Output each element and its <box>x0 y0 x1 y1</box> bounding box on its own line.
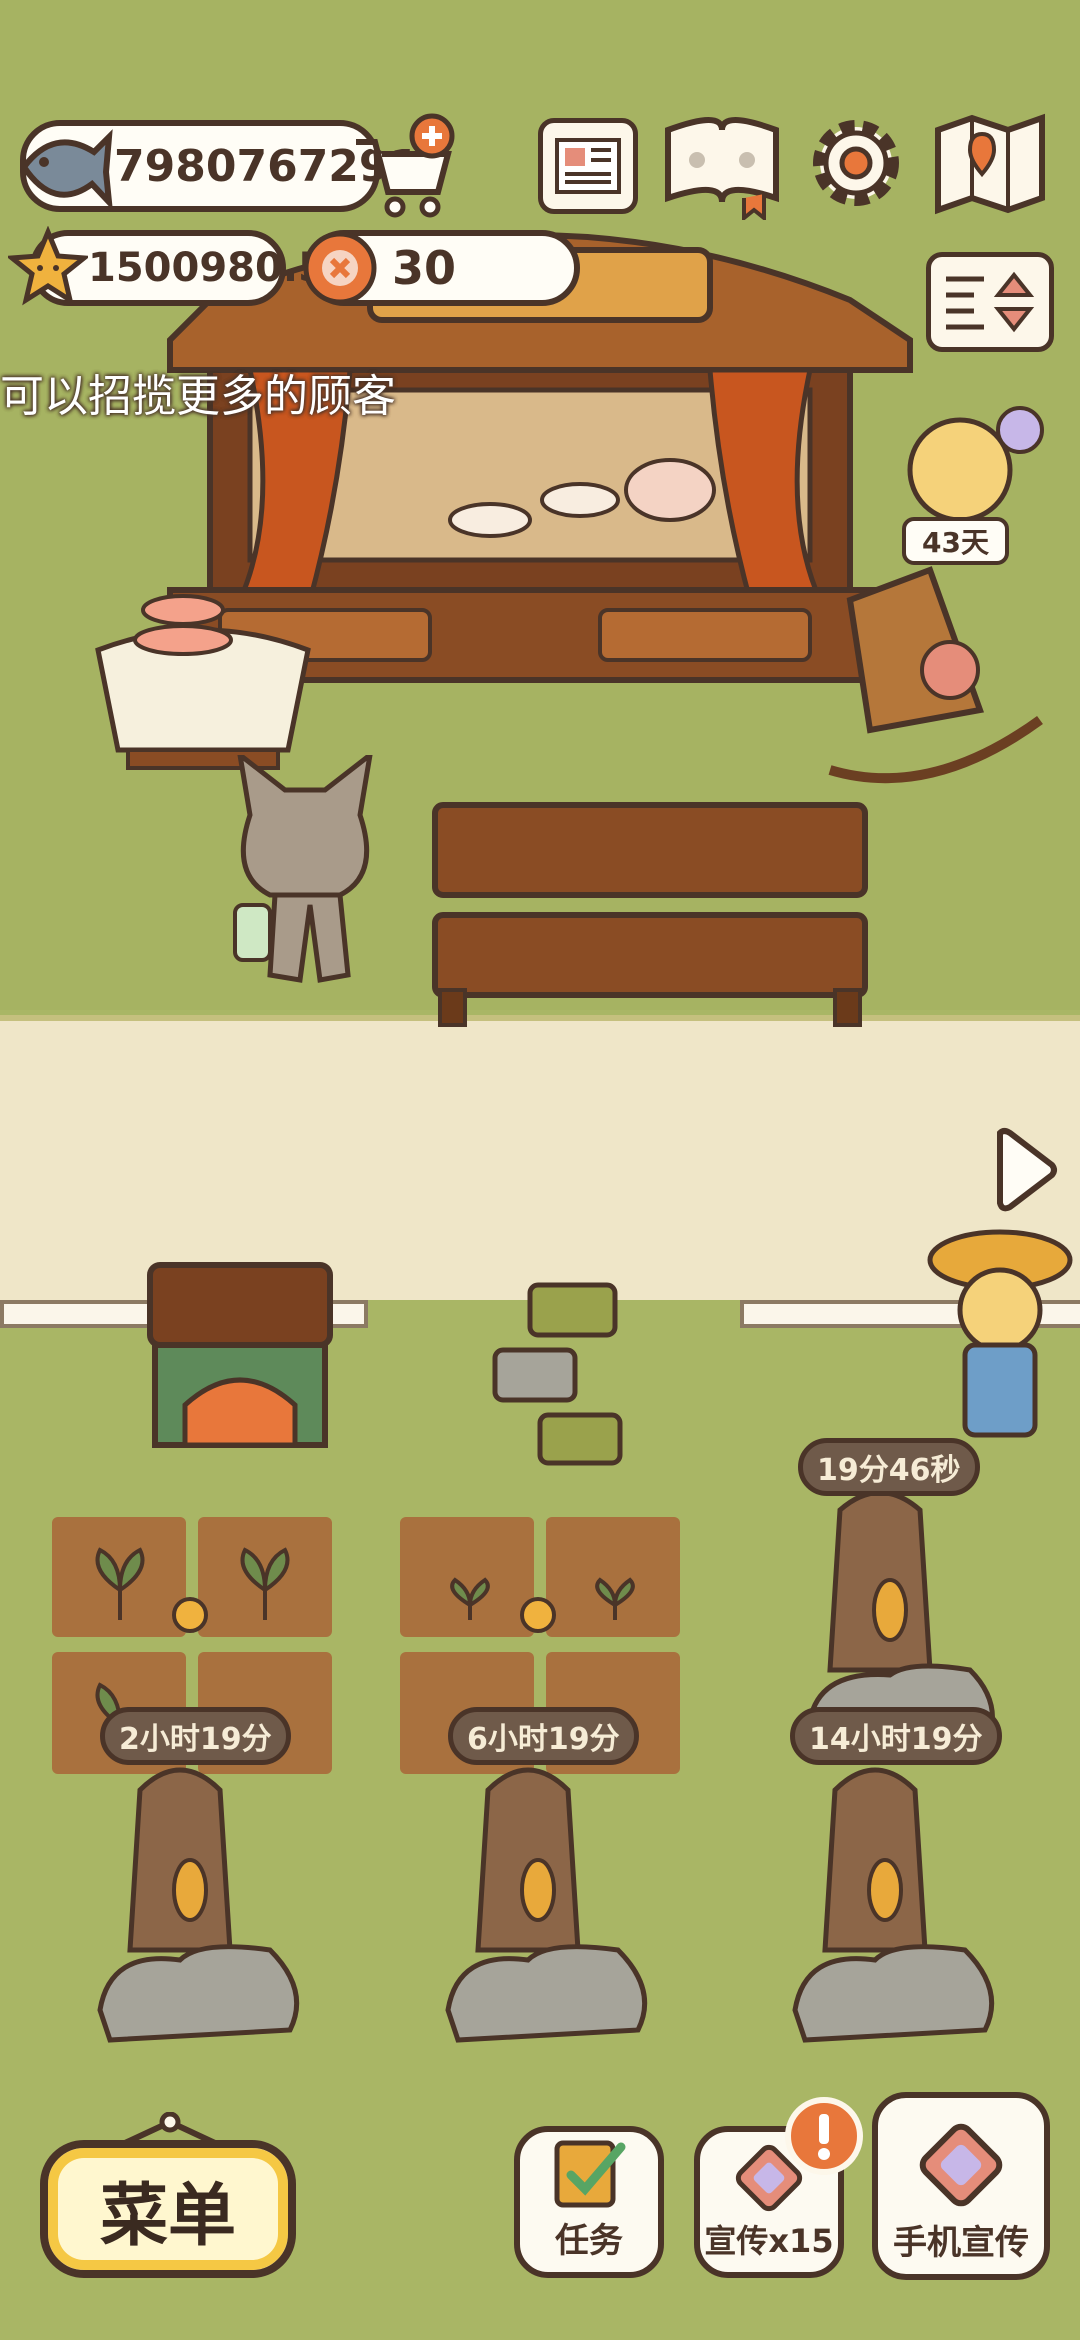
task-label: 任务 <box>555 2221 623 2261</box>
gear-icon[interactable] <box>808 115 904 215</box>
menu-button[interactable]: 菜单 <box>40 2140 296 2278</box>
days-badge: 43天 <box>902 517 1009 565</box>
plot-timer: 2小时19分 <box>100 1707 291 1765</box>
sort-arrows-icon[interactable] <box>926 252 1054 352</box>
rocking-chair[interactable] <box>810 560 1060 800</box>
scarecrow[interactable] <box>920 1225 1080 1465</box>
newspaper-icon[interactable] <box>538 118 638 214</box>
cake-stand-table[interactable] <box>88 560 318 780</box>
customer-cat[interactable] <box>900 390 1050 530</box>
star-currency-value: 1500980.5 <box>88 245 326 291</box>
wooden-bench[interactable] <box>430 800 870 1030</box>
alert-icon <box>782 2094 866 2182</box>
phone-promo-label: 手机宣传 <box>893 2223 1029 2263</box>
plot-timer: 6小时19分 <box>448 1707 639 1765</box>
stepping-stones <box>492 1282 623 1466</box>
map-icon[interactable] <box>932 112 1048 220</box>
phone-icon <box>919 2123 1003 2207</box>
seed-planter-station[interactable] <box>105 1255 355 1455</box>
clipboard-check-icon <box>554 2140 626 2208</box>
token-currency-value: 30 <box>392 241 457 295</box>
paw-book-icon[interactable] <box>662 110 782 224</box>
cart-plus-icon[interactable] <box>350 112 460 226</box>
menu-label: 菜单 <box>99 2176 236 2256</box>
token-x-icon <box>300 228 380 312</box>
phone-promo-button[interactable]: 手机宣传 <box>872 2092 1050 2280</box>
task-button[interactable]: 任务 <box>514 2126 664 2278</box>
scroll-message: 可以招揽更多的顾客 <box>0 371 396 422</box>
plot-timer: 19分46秒 <box>798 1438 980 1496</box>
promo-label: 宣传x15 <box>704 2222 834 2260</box>
otter-worker[interactable] <box>428 1750 668 2050</box>
shopkeeper-cat[interactable] <box>230 755 380 995</box>
star-face-icon <box>5 225 91 310</box>
otter-worker[interactable] <box>80 1750 320 2050</box>
plot-timer: 14小时19分 <box>790 1707 1002 1765</box>
fish-icon <box>14 122 114 216</box>
otter-worker[interactable] <box>775 1750 1015 2050</box>
arrow-right-icon[interactable] <box>990 1125 1060 1219</box>
